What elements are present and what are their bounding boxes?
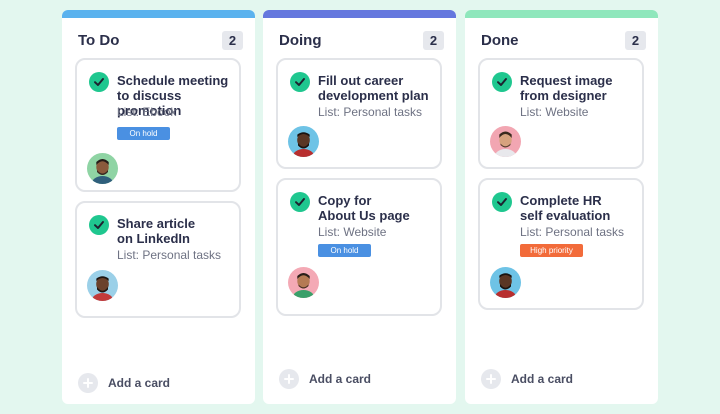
avatar — [490, 267, 521, 298]
avatar — [87, 270, 118, 301]
add-card-button[interactable]: Add a card — [78, 373, 170, 393]
task-card[interactable]: Request image from designer List: Websit… — [478, 58, 644, 169]
column-done: Done 2 Request image from designer List:… — [465, 10, 658, 404]
column-doing: Doing 2 Fill out career development plan… — [263, 10, 456, 404]
card-title: Copy for About Us page — [318, 193, 410, 223]
task-card[interactable]: Fill out career development plan List: P… — [276, 58, 442, 169]
card-list-label: List: Personal tasks — [318, 105, 423, 119]
task-card[interactable]: Schedule meeting to discuss promotion Li… — [75, 58, 241, 192]
plus-icon — [279, 369, 299, 389]
checkmark-icon[interactable] — [89, 215, 109, 235]
column-title: To Do — [78, 31, 120, 49]
task-card[interactable]: Copy for About Us page List: Website On … — [276, 178, 442, 316]
add-card-label: Add a card — [108, 376, 171, 390]
task-card[interactable]: Complete HR self evaluation List: Person… — [478, 178, 644, 310]
add-card-button[interactable]: Add a card — [481, 369, 573, 389]
checkmark-icon[interactable] — [492, 192, 512, 212]
plus-icon — [481, 369, 501, 389]
add-card-button[interactable]: Add a card — [279, 369, 371, 389]
status-badge-on-hold: On hold — [318, 244, 371, 257]
card-list-label: List: Ebook — [117, 105, 177, 119]
column-header: Doing 2 — [263, 20, 456, 60]
checkmark-icon[interactable] — [290, 72, 310, 92]
checkmark-icon[interactable] — [89, 72, 109, 92]
card-list-label: List: Personal tasks — [520, 225, 625, 239]
avatar — [288, 126, 319, 157]
column-header: Done 2 — [465, 20, 658, 60]
plus-icon — [78, 373, 98, 393]
column-card-count: 2 — [625, 30, 646, 50]
column-accent-bar — [263, 10, 456, 18]
checkmark-icon[interactable] — [290, 192, 310, 212]
column-title: Done — [481, 31, 519, 49]
card-title: Request image from designer — [520, 73, 613, 103]
avatar — [490, 126, 521, 157]
card-title: Complete HR self evaluation — [520, 193, 611, 223]
avatar — [87, 153, 118, 184]
column-card-count: 2 — [423, 30, 444, 50]
card-list-label: List: Website — [520, 105, 589, 119]
card-list-label: List: Website — [318, 225, 387, 239]
status-badge-on-hold: On hold — [117, 127, 170, 140]
add-card-label: Add a card — [511, 372, 574, 386]
column-accent-bar — [62, 10, 255, 18]
status-badge-high-priority: High priority — [520, 244, 583, 257]
column-accent-bar — [465, 10, 658, 18]
checkmark-icon[interactable] — [492, 72, 512, 92]
card-title: Share article on LinkedIn — [117, 216, 196, 246]
add-card-label: Add a card — [309, 372, 372, 386]
avatar — [288, 267, 319, 298]
column-card-count: 2 — [222, 30, 243, 50]
column-title: Doing — [279, 31, 322, 49]
card-title: Fill out career development plan — [318, 73, 429, 103]
column-header: To Do 2 — [62, 20, 255, 60]
task-card[interactable]: Share article on LinkedIn List: Personal… — [75, 201, 241, 318]
card-list-label: List: Personal tasks — [117, 248, 222, 262]
column-todo: To Do 2 Schedule meeting to discuss prom… — [62, 10, 255, 404]
